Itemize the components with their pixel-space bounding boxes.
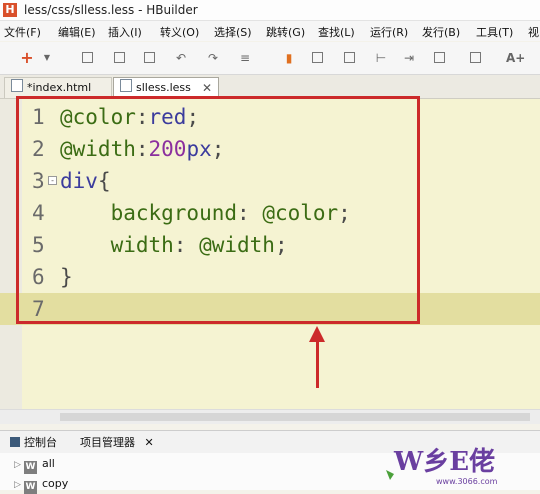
indent-icon[interactable]: ⇥ [402, 51, 416, 65]
tab-console-label: 控制台 [24, 436, 57, 449]
web-project-icon: W [24, 481, 37, 494]
svg-text:W乡E佬: W乡E佬 [393, 447, 495, 477]
tree-item-copy[interactable]: ▷ Wcopy [14, 475, 69, 494]
dropdown-icon[interactable]: ▼ [40, 51, 54, 65]
comment-icon[interactable]: ≡ [238, 51, 252, 65]
close-icon[interactable]: ✕ [202, 78, 212, 98]
menu-find[interactable]: 查找(L) [318, 24, 355, 40]
step-icon[interactable]: ⊢ [374, 51, 388, 65]
title-bar: H less/css/slless.less - HBuilder [0, 0, 540, 21]
device-icon[interactable] [470, 52, 481, 63]
menu-bar: 文件(F) 编辑(E) 插入(I) 转义(O) 选择(S) 跳转(G) 查找(L… [0, 21, 540, 41]
tree-item-label: copy [42, 477, 69, 490]
menu-edit[interactable]: 编辑(E) [58, 24, 96, 40]
tree-item-label: all [42, 457, 55, 470]
console-icon [10, 437, 20, 447]
tab-label: *index.html [27, 81, 92, 94]
menu-escape[interactable]: 转义(O) [160, 24, 199, 40]
site-watermark-logo: W乡E佬 www.3066.com [384, 440, 534, 488]
web-project-icon: W [24, 461, 37, 474]
expand-arrow-icon[interactable]: ▷ [14, 456, 24, 474]
menu-publish[interactable]: 发行(B) [422, 24, 460, 40]
redo-icon[interactable]: ↷ [206, 51, 220, 65]
tab-project-manager[interactable]: 项目管理器 ✕ [80, 434, 154, 450]
tab-index-html[interactable]: *index.html [4, 77, 112, 98]
annotation-arrow-line [316, 340, 319, 388]
tab-label: slless.less [136, 81, 191, 94]
menu-tools[interactable]: 工具(T) [476, 24, 513, 40]
bookmark-icon[interactable]: ▮ [282, 51, 296, 65]
annotation-highlight-box [16, 96, 420, 324]
tab-console[interactable]: 控制台 [10, 434, 57, 450]
tree-item-all[interactable]: ▷ Wall [14, 455, 55, 474]
horizontal-scrollbar[interactable] [0, 409, 540, 424]
tab-slless-less[interactable]: slless.less ✕ [113, 77, 219, 98]
close-icon[interactable]: ✕ [145, 436, 154, 449]
file-icon [120, 79, 132, 92]
expand-arrow-icon[interactable]: ▷ [14, 476, 24, 494]
copy-icon[interactable] [144, 52, 155, 63]
open-icon[interactable] [312, 52, 323, 63]
menu-goto[interactable]: 跳转(G) [266, 24, 305, 40]
scrollbar-thumb[interactable] [60, 413, 530, 421]
menu-view[interactable]: 视 [528, 24, 539, 40]
hbuilder-logo-icon: H [3, 3, 17, 17]
undo-icon[interactable]: ↶ [174, 51, 188, 65]
menu-file[interactable]: 文件(F) [4, 24, 41, 40]
menu-run[interactable]: 运行(R) [370, 24, 408, 40]
toolbar: + ▼ ↶ ↷ ≡ ▮ ⊢ ⇥ A+ [0, 42, 540, 75]
save-icon[interactable] [82, 52, 93, 63]
window-title: less/css/slless.less - HBuilder [24, 3, 198, 17]
preview-icon[interactable] [434, 52, 445, 63]
file-icon [11, 79, 23, 92]
svg-text:www.3066.com: www.3066.com [436, 477, 498, 486]
tab-project-label: 项目管理器 [80, 436, 135, 449]
save-all-icon[interactable] [114, 52, 125, 63]
add-icon[interactable]: + [20, 50, 34, 66]
font-size-icon[interactable]: A+ [506, 51, 525, 65]
terminal-icon[interactable] [344, 52, 355, 63]
menu-select[interactable]: 选择(S) [214, 24, 252, 40]
menu-insert[interactable]: 插入(I) [108, 24, 142, 40]
